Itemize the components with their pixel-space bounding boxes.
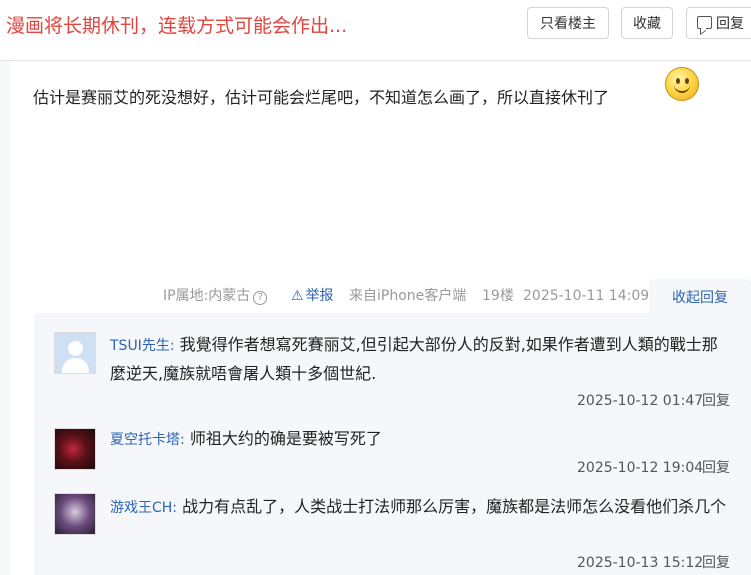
collapse-replies-tab[interactable]: 收起回复 (649, 279, 751, 313)
avatar[interactable] (54, 332, 96, 374)
comment-reply-link[interactable]: 回复 (702, 391, 730, 411)
top-bar: 漫画将长期休刊，连载方式可能会作出... 只看楼主 收藏 回复 (0, 0, 751, 61)
avatar[interactable] (54, 493, 96, 535)
comment-item: 夏空托卡塔: 师祖大约的确是要被写死了 (110, 425, 730, 454)
avatar[interactable] (54, 428, 96, 470)
comment-item: TSUI先生: 我覺得作者想寫死賽丽艾,但引起大部份人的反對,如果作者遭到人類的… (110, 331, 730, 388)
left-gutter (0, 61, 10, 575)
ip-location: IP属地:内蒙古? (163, 286, 268, 306)
comment-time: 2025-10-12 19:04 (577, 460, 704, 476)
comment-text: 我覺得作者想寫死賽丽艾,但引起大部份人的反對,如果作者遭到人類的戰士那麼逆天,魔… (110, 335, 718, 383)
warning-icon: ⚠ (291, 288, 304, 304)
comment-text: 战力有点乱了，人类战士打法师那么厉害，魔族都是法师怎么没看他们杀几个 (182, 497, 727, 516)
comment-reply-link[interactable]: 回复 (702, 458, 730, 478)
reply-button-label: 回复 (716, 16, 744, 32)
comment-icon (697, 16, 712, 29)
collapse-replies-label: 收起回复 (672, 290, 728, 306)
comment-username[interactable]: 夏空托卡塔: (110, 432, 185, 448)
help-icon[interactable]: ? (253, 291, 268, 305)
favorite-button[interactable]: 收藏 (621, 7, 673, 39)
post-content: 估计是赛丽艾的死没想好，估计可能会烂尾吧，不知道怎么画了，所以直接休刊了 (33, 88, 610, 107)
smiley-emoji-icon (665, 67, 699, 101)
comment-text: 师祖大约的确是要被写死了 (189, 429, 382, 448)
comment-time: 2025-10-12 01:47 (577, 393, 704, 409)
comment-item: 游戏王CH: 战力有点乱了，人类战士打法师那么厉害，魔族都是法师怎么没看他们杀几… (110, 493, 730, 522)
post-datetime: 2025-10-11 14:09 (523, 288, 650, 304)
report-label: 举报 (305, 288, 334, 304)
report-link[interactable]: ⚠ 举报 (291, 286, 334, 306)
comment-username[interactable]: TSUI先生: (110, 338, 175, 354)
floor-number: 19楼 (482, 288, 514, 304)
reply-button[interactable]: 回复 (686, 7, 751, 39)
ip-location-text: IP属地:内蒙古 (163, 288, 251, 304)
only-op-button[interactable]: 只看楼主 (527, 7, 609, 39)
thread-title[interactable]: 漫画将长期休刊，连载方式可能会作出... (6, 13, 347, 39)
comment-list: TSUI先生: 我覺得作者想寫死賽丽艾,但引起大部份人的反對,如果作者遭到人類的… (34, 313, 751, 575)
comment-time: 2025-10-13 15:12 (577, 555, 704, 571)
comment-username[interactable]: 游戏王CH: (110, 500, 177, 516)
comment-reply-link[interactable]: 回复 (702, 553, 730, 573)
client-source: 来自iPhone客户端 (349, 288, 467, 304)
